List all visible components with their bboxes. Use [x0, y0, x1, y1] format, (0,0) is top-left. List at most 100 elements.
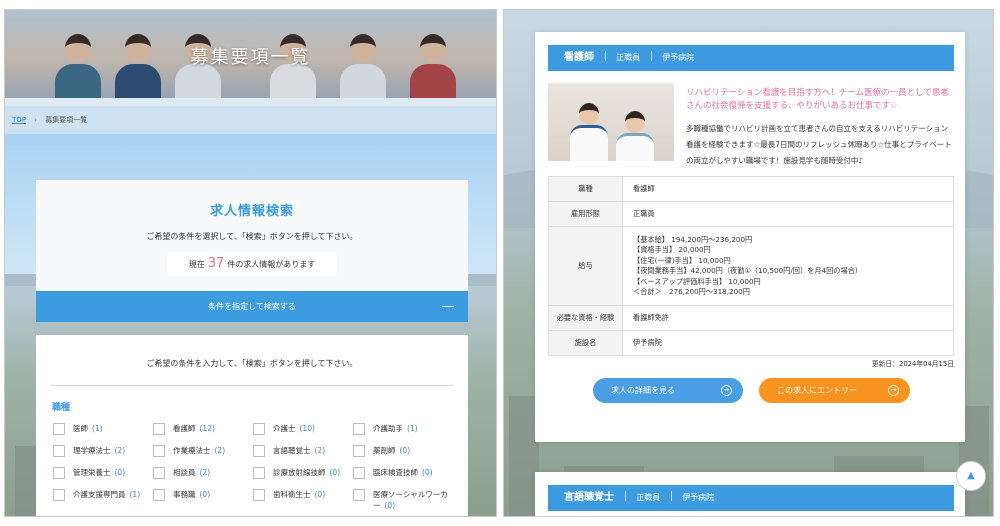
checkbox-label: 介護支援専門員	[73, 490, 126, 499]
checkbox[interactable]	[153, 423, 165, 435]
entry-label: この求人にエントリー	[777, 386, 857, 395]
checkbox-label: 理学療法士	[73, 446, 111, 455]
option-count: (0)	[314, 490, 326, 499]
checkbox[interactable]	[53, 489, 65, 501]
salary-line: 【住宅(一律)手当】 10,000円	[633, 255, 731, 265]
checkbox[interactable]	[353, 489, 365, 501]
checkbox[interactable]	[253, 423, 265, 435]
occupation-checkbox-item[interactable]: 介護士 (10)	[253, 423, 353, 435]
option-count: (0)	[384, 501, 396, 510]
occupation-checkbox-item[interactable]: 事務職 (0)	[153, 489, 253, 511]
option-count: (0)	[199, 490, 211, 499]
checkbox[interactable]	[153, 489, 165, 501]
job-search-card: 求人情報検索 ご希望の条件を選択して、「検索」ボタンを押して下さい。 現在 37 件…	[36, 180, 468, 292]
recruit-list-page: 募集要項一覧 TOP › 募集要項一覧 求人情報検索 ご希望の条件を選択して、「…	[4, 9, 497, 517]
toggle-label: 条件を指定して検索する	[208, 302, 296, 311]
occupation-checkbox-item[interactable]: 相談員 (2)	[153, 467, 253, 479]
count-suffix: 件の求人情報があります	[227, 260, 316, 269]
salary-line: 【基本給】 194,200円〜236,200円	[633, 234, 753, 244]
row-label: 施設名	[548, 330, 623, 356]
job-catchphrase: リハビリテーション看護を目指す方へ！チーム医療の一員として患者さんの社会復帰を支…	[686, 88, 949, 111]
row-value: 看護師免許	[622, 305, 954, 331]
checkbox[interactable]	[253, 489, 265, 501]
job-card-header: 言語聴覚士 正職員 伊予病院	[548, 485, 954, 511]
option-count: (2)	[114, 446, 126, 455]
job-introduction: 多職種協働でリハビリ計画を立て患者さんの自立を支えるリハビリテーション看護を経験…	[686, 124, 952, 165]
search-form: ご希望の条件を入力して、「検索」ボタンを押して下さい。 職種 医師 (1) 看護師(…	[36, 335, 468, 516]
search-title: 求人情報検索	[209, 204, 294, 219]
checkbox[interactable]	[253, 445, 265, 457]
occupation-checkbox-item[interactable]: 作業療法士 (2)	[153, 445, 253, 457]
job-card: 看護師 正職員 伊予病院 リハビリテーション看護を目指す方へ！チーム医療の一員と…	[535, 32, 965, 442]
count-prefix: 現在	[188, 260, 205, 269]
occupation-checkbox-item[interactable]: 薬剤師 (0)	[353, 445, 453, 457]
section-title-occupation: 職種	[52, 403, 71, 413]
checkbox-label: 看護師	[173, 424, 196, 433]
option-count: (0)	[114, 468, 126, 477]
option-count: (1)	[92, 424, 103, 433]
search-description: ご希望の条件を選択して、「検索」ボタンを押して下さい。	[146, 232, 358, 241]
occupation-checkbox-item[interactable]: 医師 (1)	[53, 423, 153, 435]
breadcrumb-current: 募集要項一覧	[45, 116, 88, 124]
occupation-checkbox-item[interactable]: 臨床検査技師 (0)	[353, 467, 453, 479]
facility-name: 伊予病院	[682, 493, 715, 502]
checkbox[interactable]	[253, 467, 265, 479]
occupation-checkbox-item[interactable]: 理学療法士 (2)	[53, 445, 153, 457]
salary-line: 【資格手当】 20,000円	[633, 245, 711, 254]
checkbox[interactable]	[53, 423, 65, 435]
updated-date: 更新日：2024年04月15日	[871, 360, 954, 368]
form-description: ご希望の条件を入力して、「検索」ボタンを押して下さい。	[146, 359, 358, 368]
checkbox[interactable]	[153, 445, 165, 457]
salary-line: ＜合計＞ 276,200円〜318,200円	[633, 287, 750, 296]
job-title: 言語聴覚士	[564, 492, 614, 503]
option-count: (10)	[299, 424, 315, 433]
occupation-checkbox-item[interactable]: 言語聴覚士 (2)	[253, 445, 353, 457]
row-value: 看護師	[622, 176, 954, 202]
table-row: 給与 【基本給】 194,200円〜236,200円 【資格手当】 20,000…	[548, 226, 954, 306]
checkbox-label: 事務職	[173, 490, 196, 499]
table-row: 施設名 伊予病院	[548, 330, 954, 356]
row-label: 職種	[548, 176, 623, 202]
checkbox[interactable]	[353, 467, 365, 479]
checkbox-label: 管理栄養士	[73, 468, 111, 477]
option-count: (2)	[214, 446, 226, 455]
checkbox-label: 薬剤師	[373, 446, 396, 455]
table-row: 必要な資格・経験 看護師免許	[548, 305, 954, 331]
option-count: (2)	[314, 446, 326, 455]
occupation-checkbox-item[interactable]: 歯科衛生士 (0)	[253, 489, 353, 511]
checkbox[interactable]	[153, 467, 165, 479]
row-value: 正職員	[622, 201, 954, 227]
option-count: (1)	[129, 490, 141, 499]
page-title: 募集要項一覧	[190, 47, 311, 68]
view-details-button[interactable]: 求人の詳細を見る →	[593, 378, 743, 403]
table-row: 職種 看護師	[548, 176, 954, 202]
breadcrumb-top-link[interactable]: TOP	[12, 116, 26, 124]
entry-button[interactable]: この求人にエントリー →	[759, 378, 910, 403]
job-count: 37	[207, 256, 225, 271]
option-count: (0)	[329, 468, 341, 477]
occupation-checkbox-item[interactable]: 看護師 (12)	[153, 423, 253, 435]
salary-line: 【ベースアップ評価料手当】 10,000円	[633, 276, 761, 286]
occupation-checkbox-item[interactable]: 診療放射線技師 (0)	[253, 467, 353, 479]
job-count-box: 現在 37 件の求人情報があります	[167, 252, 337, 276]
checkbox-label: 診療放射線技師	[273, 468, 326, 477]
checkbox-label: 医師	[73, 424, 88, 433]
occupation-checkbox-item[interactable]: 介護助手 (1)	[353, 423, 453, 435]
page-top-button[interactable]: ▲	[956, 461, 986, 491]
job-photo	[548, 83, 674, 161]
job-title: 看護師	[564, 52, 594, 63]
occupation-checkbox-item[interactable]: 管理栄養士 (0)	[53, 467, 153, 479]
job-card: 言語聴覚士 正職員 伊予病院	[535, 472, 965, 516]
checkbox[interactable]	[53, 467, 65, 479]
employment-type: 正職員	[636, 493, 661, 502]
checkbox-label: 介護士	[273, 424, 296, 433]
facility-name: 伊予病院	[662, 53, 695, 62]
search-conditions-toggle[interactable]: 条件を指定して検索する	[36, 291, 468, 322]
occupation-checkbox-item[interactable]: 介護支援専門員 (1)	[53, 489, 153, 511]
occupation-checkbox-item[interactable]: 医療ソーシャルワーカー (0)	[353, 489, 453, 511]
checkbox[interactable]	[353, 445, 365, 457]
checkbox[interactable]	[53, 445, 65, 457]
row-label: 必要な資格・経験	[548, 305, 623, 331]
table-row: 雇用形態 正職員	[548, 201, 954, 227]
checkbox[interactable]	[353, 423, 365, 435]
